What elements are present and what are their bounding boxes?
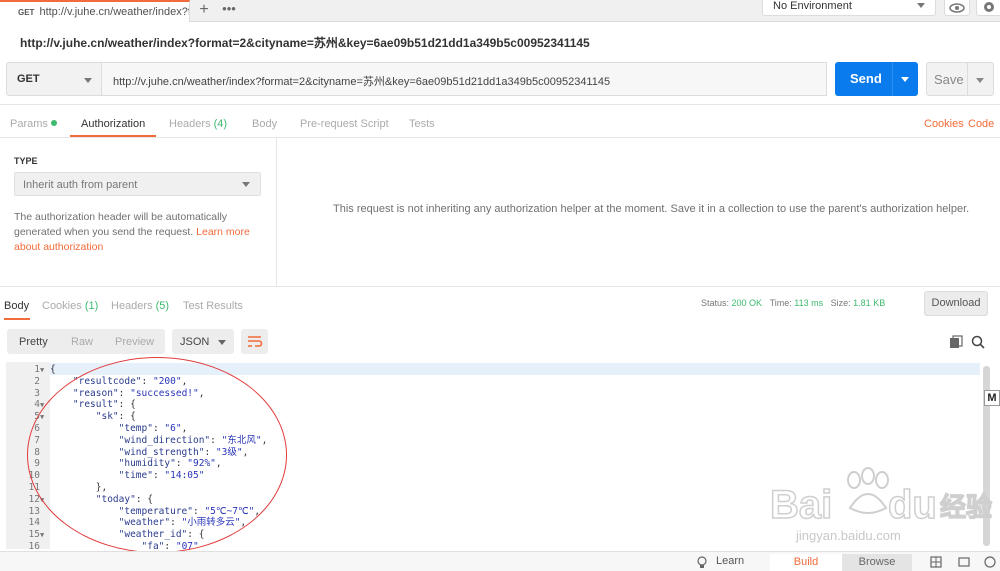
tab-method: GET: [18, 7, 35, 17]
save-button[interactable]: Save: [926, 62, 994, 96]
active-tab-indicator: [4, 318, 30, 320]
raw-button[interactable]: Raw: [71, 336, 93, 348]
response-tab-test-results[interactable]: Test Results: [183, 300, 243, 312]
tab-params[interactable]: Params: [10, 118, 57, 130]
annotation-circle: [27, 357, 287, 553]
auth-description: The authorization header will be automat…: [14, 210, 264, 255]
request-url-title: http://v.juhe.cn/weather/index?format=2&…: [20, 36, 590, 50]
code-text: {: [50, 364, 56, 375]
chevron-down-icon: [917, 3, 925, 8]
method-label: GET: [17, 73, 40, 85]
divider: [0, 286, 1000, 287]
new-tab-button[interactable]: +: [194, 0, 214, 22]
status-label: Status:: [701, 298, 730, 308]
line-number: 13: [28, 505, 40, 517]
request-tab[interactable]: GET http://v.juhe.cn/weather/index?f: [0, 0, 190, 22]
response-cookies-count: (1): [84, 300, 99, 312]
response-tab-headers[interactable]: Headers (5): [111, 300, 169, 312]
type-label: TYPE: [14, 156, 38, 166]
help-icon[interactable]: [984, 556, 996, 568]
tab-prerequest-script[interactable]: Pre-request Script: [300, 118, 389, 130]
line-number: 12: [28, 493, 40, 505]
pretty-button[interactable]: Pretty: [19, 336, 48, 348]
time-label: Time:: [769, 298, 792, 308]
copy-icon[interactable]: [949, 335, 963, 349]
send-button[interactable]: Send: [835, 62, 918, 96]
settings-button[interactable]: [976, 0, 1000, 16]
build-mode-button[interactable]: Build: [770, 554, 842, 571]
environment-quick-look-button[interactable]: [944, 0, 970, 16]
fold-arrow-icon[interactable]: ▼: [40, 364, 50, 376]
response-headers-count: (5): [155, 300, 170, 312]
response-tab-cookies[interactable]: Cookies (1): [42, 300, 98, 312]
tab-body[interactable]: Body: [252, 118, 277, 130]
line-number: 4: [34, 399, 40, 411]
environment-select[interactable]: No Environment: [762, 0, 936, 16]
url-input[interactable]: http://v.juhe.cn/weather/index?format=2&…: [102, 62, 827, 96]
fold-arrow-icon[interactable]: ▼: [40, 529, 50, 541]
line-number: 1: [34, 364, 40, 375]
status-value[interactable]: 200 OK: [732, 298, 763, 308]
search-icon[interactable]: [971, 335, 985, 349]
format-label: JSON: [180, 336, 210, 348]
lightbulb-icon: [697, 556, 707, 568]
environment-label: No Environment: [773, 0, 852, 12]
send-label: Send: [850, 71, 882, 86]
eye-icon: [949, 3, 965, 13]
headers-count: (4): [213, 118, 228, 130]
tab-headers-label: Headers: [169, 118, 211, 130]
line-number: 2: [34, 375, 40, 387]
keyboard-shortcuts-icon[interactable]: [958, 556, 970, 568]
code-line: 1▼{: [6, 364, 56, 376]
line-number: 14: [28, 517, 40, 529]
cookies-link[interactable]: Cookies: [924, 118, 964, 130]
code-link[interactable]: Code: [968, 118, 994, 130]
auth-type-select[interactable]: Inherit auth from parent: [14, 172, 261, 196]
save-label: Save: [934, 72, 964, 87]
preview-button[interactable]: Preview: [115, 336, 154, 348]
tab-tests[interactable]: Tests: [409, 118, 435, 130]
size-value[interactable]: 1.81 KB: [853, 298, 885, 308]
m-badge-icon: M: [984, 390, 1000, 406]
params-indicator-icon: [50, 120, 57, 126]
format-select[interactable]: JSON: [172, 329, 234, 354]
line-number: 3: [34, 387, 40, 399]
send-divider: [892, 62, 893, 96]
chevron-down-icon[interactable]: [976, 78, 984, 83]
gear-icon: [984, 2, 994, 12]
wrap-lines-icon: [248, 336, 263, 347]
tab-params-label: Params: [10, 118, 48, 130]
two-pane-icon[interactable]: [930, 556, 942, 568]
divider: [0, 104, 1000, 105]
response-headers-label: Headers: [111, 300, 153, 312]
tab-authorization[interactable]: Authorization: [81, 118, 145, 130]
tab-title: http://v.juhe.cn/weather/index?f: [39, 6, 190, 18]
wrap-lines-button[interactable]: [241, 329, 268, 354]
download-button[interactable]: Download: [924, 291, 988, 316]
size-label: Size:: [830, 298, 851, 308]
line-number: 15: [28, 529, 40, 541]
auth-type-value: Inherit auth from parent: [23, 179, 138, 191]
chevron-down-icon[interactable]: [901, 77, 909, 82]
response-status: Status: 200 OK Time: 113 ms Size: 1.81 K…: [701, 298, 885, 308]
tab-headers[interactable]: Headers (4): [169, 118, 227, 130]
time-value[interactable]: 113 ms: [794, 298, 823, 308]
learn-button[interactable]: Learn: [716, 555, 744, 567]
auth-helper-message: This request is not inheriting any autho…: [333, 203, 970, 215]
chevron-down-icon: [84, 78, 92, 83]
response-tab-body[interactable]: Body: [4, 300, 29, 312]
method-select[interactable]: GET: [6, 62, 102, 96]
more-tabs-button[interactable]: •••: [219, 0, 239, 22]
browse-mode-button[interactable]: Browse: [842, 554, 912, 571]
save-divider: [967, 63, 968, 95]
response-cookies-label: Cookies: [42, 300, 82, 312]
chevron-down-icon: [218, 340, 226, 345]
chevron-down-icon: [242, 182, 250, 187]
